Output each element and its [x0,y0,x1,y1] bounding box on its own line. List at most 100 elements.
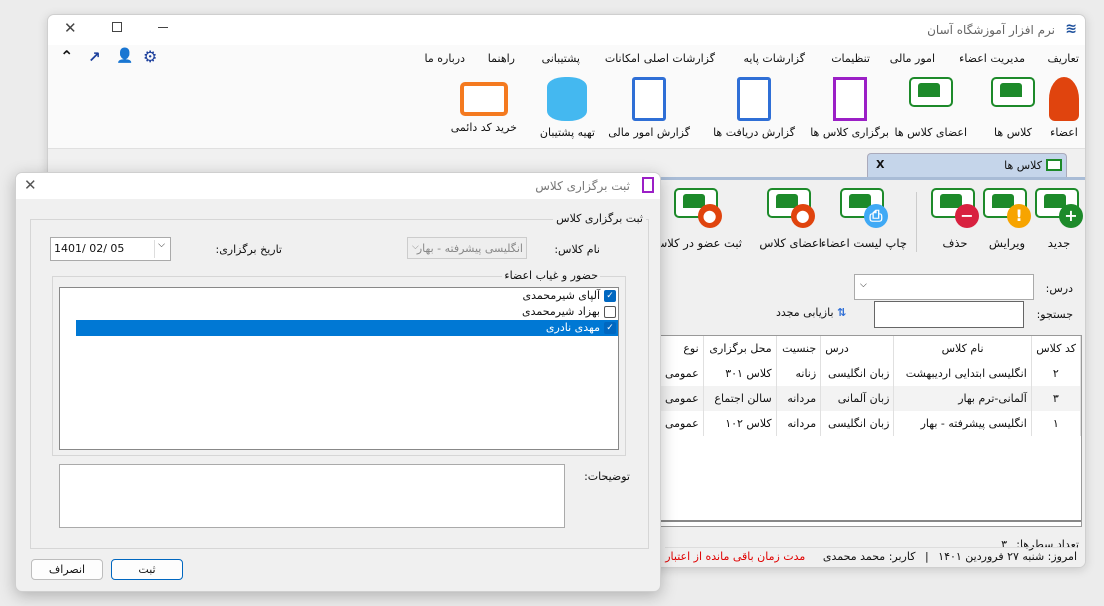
menu-item[interactable]: گزارشات پایه [744,52,805,65]
menu-item[interactable]: درباره ما [425,52,465,65]
database-icon [547,77,588,121]
cancel-button[interactable]: انصراف [31,559,103,580]
table-row[interactable]: عمومی سالن اجتماع مردانه زبان آلمانی آلمانی-… [661,386,1081,411]
user-icon[interactable]: 👤 [116,48,133,64]
col-gender[interactable]: جنسیت [776,336,822,361]
class-session-dialog: ✕ ثبت برگزاری کلاس ثبت برگزاری کلاس نام … [15,172,661,592]
status-license-warning: مدت زمان باقی مانده از اعتبار [665,550,806,563]
class-name-label: نام کلاس: [554,243,600,256]
col-class-code[interactable]: کد کلاس [1031,336,1081,361]
cell-class-name: آلمانی-ترم بهار [893,386,1032,411]
menu-item[interactable]: تعاریف [1048,52,1079,65]
refresh-icon: ⇅ [837,306,847,319]
status-today: امروز: شنبه ۲۷ فروردین ۱۴۰۱ [938,550,1077,563]
menu-item[interactable]: امکانات [605,52,640,65]
date-label: تاریخ برگزاری: [215,243,282,256]
class-icon [1046,159,1062,171]
status-user: کاربر: محمد محمدی [822,550,916,563]
refresh-button[interactable]: ⇅ بازیابی مجدد [776,306,846,319]
print-members-button[interactable]: ⎙ چاپ لیست اعضاء [821,188,907,250]
member-checkbox[interactable]: ✓ [604,322,616,334]
minimize-button[interactable] [158,27,168,28]
cell-gender: مردانه [776,386,822,411]
ribbon-finance-report[interactable]: گزارش امور مالی [608,77,690,139]
search-input[interactable] [874,301,1024,328]
cell-course: زبان انگلیسی [820,411,895,436]
ribbon-class-members[interactable]: اعضای کلاس ها [895,77,967,139]
ribbon-buy-license[interactable]: خرید کد دائمی [451,77,517,134]
calendar-dropdown-icon[interactable]: ⌵ [154,240,168,258]
dialog-close-button[interactable]: ✕ [24,176,37,194]
table-row[interactable]: عمومی کلاس ۳۰۱ زنانه زبان انگلیسی انگلیسی اب… [661,361,1081,386]
dialog-title: ثبت برگزاری کلاس [535,179,630,193]
menu-item[interactable]: گزارشات اصلی [644,52,715,65]
maximize-button[interactable] [112,22,122,32]
class-icon [991,77,1035,121]
course-select[interactable]: ⌵ [854,274,1034,300]
member-name: آلپای شیرمحمدی [522,289,600,302]
horizontal-scrollbar[interactable] [661,520,1081,522]
grid-header: نوع محل برگزاری جنسیت درس نام کلاس کد کل… [661,336,1081,361]
ribbon-classes[interactable]: کلاس ها [991,77,1035,139]
close-button[interactable]: ✕ [64,19,77,37]
ribbon-class-sessions[interactable]: برگزاری کلاس ها [810,77,889,139]
ribbon-members[interactable]: اعضاء [1049,77,1079,139]
table-row[interactable]: عمومی کلاس ۱۰۲ مردانه زبان انگلیسی انگلیسی پ… [661,411,1081,436]
document-list-icon [832,77,867,121]
new-button[interactable]: + جدید [1035,188,1083,250]
menu-item[interactable]: پشتیبانی [542,52,580,65]
ribbon-backup[interactable]: تهیه پشتیبان [540,77,595,139]
ribbon-receipts-report[interactable]: گزارش دریافت ها [713,77,795,139]
cell-class-name: انگلیسی ابتدایی اردیبهشت [893,361,1032,386]
member-item[interactable]: بهزاد شیرمحمدی [60,304,618,320]
tab-close-button[interactable]: X [876,158,884,171]
tab-classes[interactable]: X کلاس ها [867,153,1067,177]
menu-bar: تعاریف مدیریت اعضاء امور مالی تنظیمات گز… [48,45,1085,71]
save-button[interactable]: ثبت [111,559,183,580]
cell-course: زبان آلمانی [820,386,895,411]
report-download-icon [737,77,772,121]
member-checkbox[interactable]: ✓ [604,290,616,302]
menu-item[interactable]: راهنما [488,52,515,65]
date-picker[interactable]: 1401/ 02/ 05 ⌵ [50,237,171,261]
enroll-member-button[interactable]: ● ثبت عضو در کلاس [653,188,742,250]
cell-gender: مردانه [776,411,822,436]
edit-button[interactable]: ! ویرایش [983,188,1031,250]
member-item[interactable]: ✓ آلپای شیرمحمدی [60,288,618,304]
member-name: بهزاد شیرمحمدی [522,305,600,318]
member-icon: ● [673,188,722,228]
menu-item[interactable]: امور مالی [890,52,935,65]
member-icon: ● [766,188,815,228]
cell-type: عمومی [661,361,704,386]
app-title: نرم افزار آموزشگاه آسان [927,23,1055,37]
chevron-down-icon: ⌵ [860,280,867,290]
collapse-icon[interactable]: ⌃ [60,47,73,66]
cell-course: زبان انگلیسی [820,361,895,386]
credit-card-icon [459,82,508,116]
col-location[interactable]: محل برگزاری [703,336,777,361]
gear-icon[interactable]: ⚙ [143,47,157,66]
edit-icon: ! [983,188,1031,228]
delete-button[interactable]: − حذف [931,188,979,250]
search-label: جستجو: [1036,308,1073,321]
arrow-icon[interactable]: ↗ [88,48,101,66]
course-label: درس: [1045,282,1073,295]
menu-item[interactable]: مدیریت اعضاء [959,52,1025,65]
notes-textarea[interactable] [59,464,565,528]
col-class-name[interactable]: نام کلاس [893,336,1032,361]
menu-item[interactable]: تنظیمات [831,52,870,65]
member-item[interactable]: ✓ مهدی نادری [76,320,618,336]
cell-location: کلاس ۳۰۱ [703,361,777,386]
members-checklist[interactable]: ✓ آلپای شیرمحمدی بهزاد شیرمحمدی ✓ مهدی نادری [59,287,619,450]
member-checkbox[interactable] [604,306,616,318]
attendance-group-title: حضور و غیاب اعضاء [502,269,600,282]
add-icon: + [1035,188,1083,228]
classes-grid: نوع محل برگزاری جنسیت درس نام کلاس کد کل… [660,335,1082,527]
col-type[interactable]: نوع [661,336,704,361]
class-members-button[interactable]: ● اعضای کلاس [759,188,822,250]
notes-label: توضیحات: [584,470,630,483]
col-course[interactable]: درس [820,336,895,361]
cell-gender: زنانه [776,361,822,386]
session-group-title: ثبت برگزاری کلاس [553,212,646,225]
ribbon: اعضاء کلاس ها اعضای کلاس ها برگزاری کلاس… [48,71,1085,149]
